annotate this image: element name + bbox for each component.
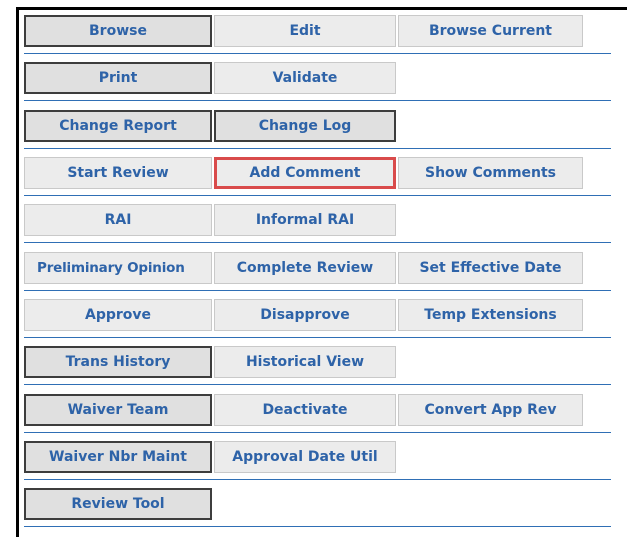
row-divider bbox=[24, 242, 611, 243]
button-row: RAI Informal RAI bbox=[24, 204, 611, 243]
deactivate-button[interactable]: Deactivate bbox=[214, 394, 396, 426]
start-review-button[interactable]: Start Review bbox=[24, 157, 212, 189]
button-row: Change Report Change Log bbox=[24, 110, 611, 149]
row-divider bbox=[24, 384, 611, 385]
row-divider bbox=[24, 148, 611, 149]
validate-button[interactable]: Validate bbox=[214, 62, 396, 94]
frame-top-border bbox=[16, 7, 627, 10]
row-divider bbox=[24, 195, 611, 196]
add-comment-button[interactable]: Add Comment bbox=[214, 157, 396, 189]
complete-review-button[interactable]: Complete Review bbox=[214, 252, 396, 284]
print-button[interactable]: Print bbox=[24, 62, 212, 94]
approve-button[interactable]: Approve bbox=[24, 299, 212, 331]
button-row: Browse Edit Browse Current bbox=[24, 15, 611, 54]
row-divider bbox=[24, 526, 611, 527]
preliminary-opinion-button[interactable]: Preliminary Opinion bbox=[24, 252, 212, 284]
show-comments-button[interactable]: Show Comments bbox=[398, 157, 583, 189]
historical-view-button[interactable]: Historical View bbox=[214, 346, 396, 378]
button-row: Trans History Historical View bbox=[24, 346, 611, 385]
set-effective-date-button[interactable]: Set Effective Date bbox=[398, 252, 583, 284]
browse-button[interactable]: Browse bbox=[24, 15, 212, 47]
change-log-button[interactable]: Change Log bbox=[214, 110, 396, 142]
row-divider bbox=[24, 432, 611, 433]
row-divider bbox=[24, 100, 611, 101]
button-row: Start Review Add Comment Show Comments bbox=[24, 157, 611, 196]
approval-date-util-button[interactable]: Approval Date Util bbox=[214, 441, 396, 473]
waiver-nbr-maint-button[interactable]: Waiver Nbr Maint bbox=[24, 441, 212, 473]
frame-left-border bbox=[16, 7, 19, 537]
browse-current-button[interactable]: Browse Current bbox=[398, 15, 583, 47]
row-divider bbox=[24, 479, 611, 480]
review-tool-button[interactable]: Review Tool bbox=[24, 488, 212, 520]
change-report-button[interactable]: Change Report bbox=[24, 110, 212, 142]
temp-extensions-button[interactable]: Temp Extensions bbox=[398, 299, 583, 331]
edit-button[interactable]: Edit bbox=[214, 15, 396, 47]
button-row: Waiver Nbr Maint Approval Date Util bbox=[24, 441, 611, 480]
trans-history-button[interactable]: Trans History bbox=[24, 346, 212, 378]
button-row: Waiver Team Deactivate Convert App Rev bbox=[24, 394, 611, 433]
waiver-team-button[interactable]: Waiver Team bbox=[24, 394, 212, 426]
convert-app-rev-button[interactable]: Convert App Rev bbox=[398, 394, 583, 426]
disapprove-button[interactable]: Disapprove bbox=[214, 299, 396, 331]
rai-button[interactable]: RAI bbox=[24, 204, 212, 236]
button-row: Preliminary Opinion Complete Review Set … bbox=[24, 252, 611, 291]
row-divider bbox=[24, 337, 611, 338]
row-divider bbox=[24, 53, 611, 54]
button-row: Review Tool bbox=[24, 488, 611, 527]
row-divider bbox=[24, 290, 611, 291]
informal-rai-button[interactable]: Informal RAI bbox=[214, 204, 396, 236]
button-row: Print Validate bbox=[24, 62, 611, 101]
button-row: Approve Disapprove Temp Extensions bbox=[24, 299, 611, 338]
